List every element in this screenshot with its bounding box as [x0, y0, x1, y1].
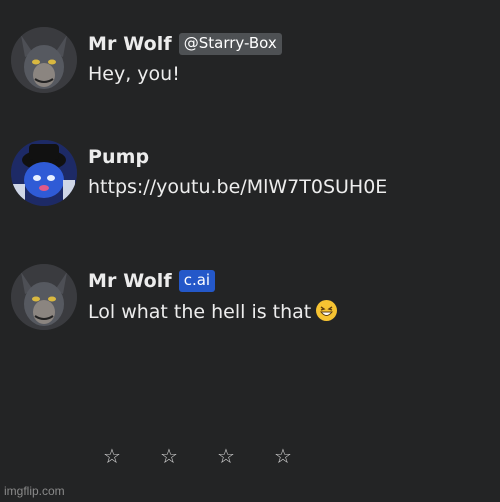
message-text-content: Lol what the hell is that — [88, 301, 312, 323]
message-text: Lol what the hell is that — [88, 300, 338, 323]
star-2-icon[interactable]: ☆ — [160, 444, 217, 468]
message-1: Mr Wolf @Starry-Box Hey, you! — [0, 27, 500, 97]
author-name[interactable]: Pump — [88, 146, 149, 168]
message-2: Pump https://youtu.be/MlW7T0SUH0E — [0, 140, 500, 210]
grinning-squint-face-icon — [316, 300, 338, 321]
star-3-icon[interactable]: ☆ — [217, 444, 274, 468]
user-tag-badge: @Starry-Box — [178, 33, 282, 55]
message-3: Mr Wolf c.ai Lol what the hell is that — [0, 264, 500, 334]
message-link[interactable]: https://youtu.be/MlW7T0SUH0E — [88, 176, 387, 198]
star-4-icon[interactable]: ☆ — [274, 444, 331, 468]
author-name[interactable]: Mr Wolf — [88, 270, 172, 292]
avatar-mr-wolf[interactable] — [11, 27, 77, 93]
star-1-icon[interactable]: ☆ — [103, 444, 160, 468]
watermark: imgflip.com — [4, 484, 65, 498]
avatar-pump[interactable] — [11, 140, 77, 206]
author-name[interactable]: Mr Wolf — [88, 33, 172, 55]
cai-badge: c.ai — [178, 270, 216, 292]
avatar-mr-wolf[interactable] — [11, 264, 77, 330]
rating-stars: ☆ ☆ ☆ ☆ — [103, 444, 331, 468]
message-text: Hey, you! — [88, 63, 180, 85]
